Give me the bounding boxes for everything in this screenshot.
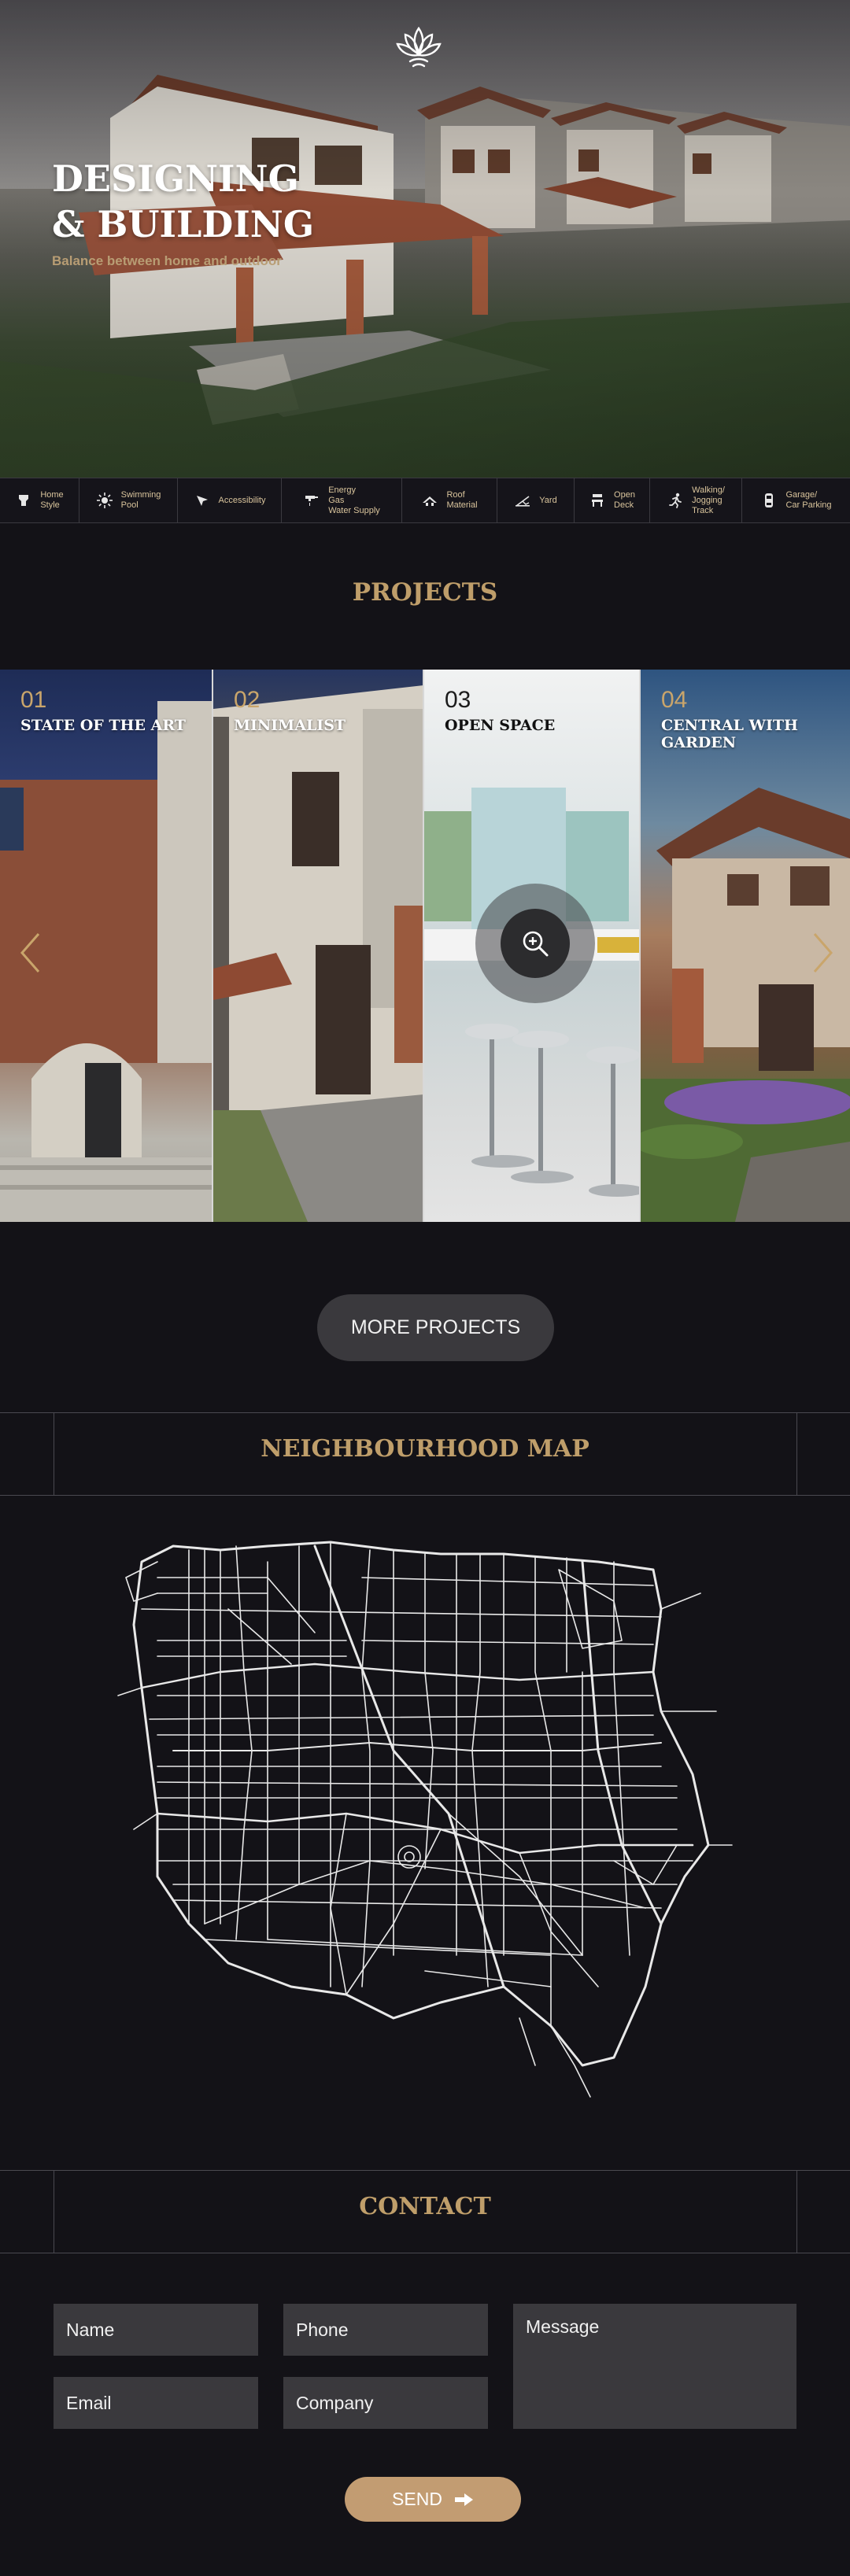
send-button[interactable]: SEND <box>345 2477 521 2522</box>
chevron-left-icon <box>20 933 40 972</box>
projects-heading: PROJECTS <box>352 578 498 607</box>
project-name: CENTRAL WITH GARDEN <box>661 717 798 751</box>
project-number: 04 <box>661 687 688 713</box>
neighbourhood-map-banner: NEIGHBOURHOOD MAP <box>0 1412 850 1496</box>
lotus-icon[interactable] <box>393 24 445 72</box>
project-number: 02 <box>234 687 261 713</box>
amenity-accessibility[interactable]: Accessibility <box>178 478 282 522</box>
project-name: OPEN SPACE <box>445 717 556 734</box>
gallery-next-button[interactable] <box>808 929 839 976</box>
faucet-icon <box>303 492 320 509</box>
house-style-icon <box>15 492 32 509</box>
hero-section: DESIGNING & BUILDING Balance between hom… <box>0 0 850 478</box>
amenity-label: Yard <box>539 495 557 505</box>
sun-icon <box>96 492 113 509</box>
amenity-energy-gas-water[interactable]: Energy Gas Water Supply <box>282 478 402 522</box>
amenity-label: Garage/ Car Parking <box>785 490 832 510</box>
arrow-right-icon <box>454 2493 473 2506</box>
email-field[interactable] <box>54 2377 258 2429</box>
roof-icon <box>421 492 438 509</box>
message-field[interactable] <box>513 2304 796 2429</box>
gallery-prev-button[interactable] <box>14 929 46 976</box>
more-projects-button[interactable]: MORE PROJECTS <box>317 1294 554 1361</box>
project-number: 03 <box>445 687 471 713</box>
company-field[interactable] <box>283 2377 488 2429</box>
project-image <box>213 685 423 1222</box>
projects-gallery: 01 STATE OF THE ART 02 MINIMALIST 03 OPE… <box>0 670 850 1222</box>
amenity-label: Walking/ Jogging Track <box>692 485 725 515</box>
zoom-inner <box>501 909 570 978</box>
zoom-button[interactable] <box>475 884 595 1003</box>
runner-icon <box>667 492 684 509</box>
amenity-yard[interactable]: Yard <box>497 478 575 522</box>
project-name: MINIMALIST <box>234 717 346 734</box>
contact-banner: CONTACT <box>0 2170 850 2253</box>
amenity-label: Open Deck <box>614 490 635 510</box>
deck-icon <box>589 492 606 509</box>
amenity-label: Energy Gas Water Supply <box>328 485 380 515</box>
neighbourhood-map-heading: NEIGHBOURHOOD MAP <box>261 1435 589 1463</box>
amenity-home-style[interactable]: Home Style <box>0 478 79 522</box>
chevron-right-icon <box>813 933 833 972</box>
amenity-swimming-pool[interactable]: Swimming Pool <box>79 478 178 522</box>
amenity-label: Accessibility <box>218 495 266 505</box>
amenity-roof-material[interactable]: Roof Material <box>402 478 497 522</box>
amenity-walking-jogging-track[interactable]: Walking/ Jogging Track <box>650 478 742 522</box>
send-button-label: SEND <box>392 2489 442 2509</box>
location-arrow-icon <box>194 492 211 509</box>
amenities-bar: Home Style Swimming Pool Accessibility E… <box>0 478 850 523</box>
hero-title: DESIGNING & BUILDING <box>52 157 315 245</box>
phone-field[interactable] <box>283 2304 488 2356</box>
hero-subtitle: Balance between home and outdoor <box>52 253 282 268</box>
amenity-label: Roof Material <box>446 490 478 510</box>
zoom-in-icon <box>523 931 549 957</box>
neighbourhood-map[interactable] <box>110 1515 756 2128</box>
name-field[interactable] <box>54 2304 258 2356</box>
project-number: 01 <box>20 687 47 713</box>
car-icon <box>760 492 778 509</box>
amenity-label: Swimming Pool <box>120 490 161 510</box>
yard-icon <box>514 492 531 509</box>
amenity-open-deck[interactable]: Open Deck <box>575 478 650 522</box>
project-card[interactable]: 02 MINIMALIST <box>213 670 423 1222</box>
amenity-garage-car-parking[interactable]: Garage/ Car Parking <box>742 478 850 522</box>
contact-heading: CONTACT <box>359 2193 491 2220</box>
project-name: STATE OF THE ART <box>20 717 186 734</box>
amenity-label: Home Style <box>40 490 64 510</box>
